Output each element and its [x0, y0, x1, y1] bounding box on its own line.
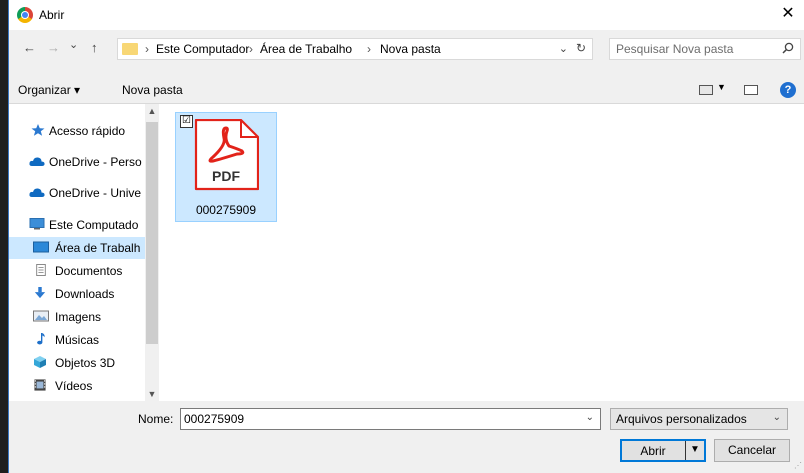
resize-grip-icon[interactable]: ⋰: [794, 461, 802, 470]
computer-icon: [29, 218, 45, 230]
sidebar-item-musicas[interactable]: Músicas: [9, 329, 145, 351]
search-box: [609, 38, 801, 60]
cancel-button[interactable]: Cancelar: [714, 439, 790, 462]
file-type-value: Arquivos personalizados: [616, 412, 747, 426]
file-item[interactable]: ☑ PDF 000275909: [175, 112, 277, 222]
content-area: Acesso rápido OneDrive - Perso OneDrive …: [9, 103, 804, 401]
sidebar-item-objetos-3d[interactable]: Objetos 3D: [9, 352, 145, 374]
sidebar-item-onedrive-university[interactable]: OneDrive - Unive: [9, 182, 145, 204]
breadcrumb-area-de-trabalho[interactable]: Área de Trabalho: [260, 42, 352, 56]
new-folder-button[interactable]: Nova pasta: [122, 83, 183, 97]
chevron-down-icon: ⌄: [772, 412, 781, 423]
cube-icon: [34, 356, 46, 368]
back-arrow-icon[interactable]: ←: [23, 40, 36, 55]
video-icon: [34, 379, 46, 391]
address-bar[interactable]: › Este Computador › Área de Trabalho › N…: [117, 38, 593, 60]
sidebar-item-label: OneDrive - Perso: [49, 155, 142, 169]
breadcrumb-separator: ›: [367, 42, 371, 56]
sidebar-item-label: Acesso rápido: [49, 124, 126, 138]
scroll-up-icon[interactable]: ▲: [145, 106, 159, 116]
title-bar: Abrir ✕: [9, 0, 804, 30]
file-type-select[interactable]: Arquivos personalizados ⌄: [610, 408, 788, 430]
sidebar-item-label: Vídeos: [55, 379, 93, 393]
open-button-label: Abrir: [640, 444, 666, 458]
document-icon: [36, 264, 46, 276]
cloud-icon: [29, 188, 45, 197]
recent-locations-icon[interactable]: ⌄: [69, 38, 78, 51]
music-icon: [37, 333, 45, 345]
image-icon: [33, 310, 49, 322]
download-icon: [34, 287, 46, 299]
navigation-pane: Acesso rápido OneDrive - Perso OneDrive …: [9, 104, 159, 401]
breadcrumb-separator: ›: [145, 42, 149, 56]
window-title: Abrir: [39, 8, 65, 22]
chevron-down-icon[interactable]: ⌄: [559, 42, 568, 55]
sidebar-item-downloads[interactable]: Downloads: [9, 283, 145, 305]
file-name: 000275909: [195, 203, 257, 217]
chrome-app-icon: [17, 7, 33, 23]
chevron-down-icon[interactable]: ⌄: [586, 412, 594, 423]
breadcrumb-separator: ›: [249, 42, 253, 56]
file-name-label: Nome:: [138, 412, 174, 426]
open-options-dropdown-icon[interactable]: ▼: [690, 444, 700, 455]
open-file-dialog: Abrir ✕ ← → ⌄ ↑ › Este Computador › Área…: [8, 0, 804, 473]
folder-icon: [122, 43, 138, 55]
sidebar-item-label: Imagens: [55, 310, 102, 324]
sidebar-item-videos[interactable]: Vídeos: [9, 375, 145, 397]
sidebar-item-onedrive-personal[interactable]: OneDrive - Perso: [9, 151, 145, 173]
search-icon[interactable]: [782, 42, 794, 54]
organize-menu-button[interactable]: Organizar ▾: [18, 83, 80, 97]
sidebar-item-este-computador[interactable]: Este Computado: [9, 214, 145, 236]
sidebar-item-label: Downloads: [55, 287, 115, 301]
star-icon: [31, 124, 45, 136]
open-button[interactable]: Abrir ▼: [620, 439, 706, 462]
file-list: ☑ PDF 000275909: [159, 104, 804, 401]
file-name-input[interactable]: [184, 411, 564, 427]
sidebar-item-label: Este Computado: [49, 218, 139, 232]
up-arrow-icon[interactable]: ↑: [91, 40, 98, 55]
scrollbar-thumb[interactable]: [146, 122, 158, 344]
desktop-icon: [33, 241, 49, 253]
sidebar-item-label: Músicas: [55, 333, 100, 347]
forward-arrow-icon[interactable]: →: [47, 40, 60, 55]
pdf-file-icon: PDF: [194, 119, 259, 191]
sidebar-item-documentos[interactable]: Documentos: [9, 260, 145, 282]
sidebar-item-label: OneDrive - Unive: [49, 186, 142, 200]
close-icon[interactable]: ✕: [777, 3, 799, 25]
sidebar-item-acesso-rapido[interactable]: Acesso rápido: [9, 120, 145, 142]
selection-checkbox[interactable]: ☑: [180, 115, 193, 128]
sidebar-item-label: Área de Trabalh: [55, 241, 141, 255]
search-input[interactable]: [616, 41, 766, 57]
dialog-footer: Nome: ⌄ Arquivos personalizados ⌄ Abrir …: [9, 401, 804, 473]
sidebar-item-label: Objetos 3D: [55, 356, 116, 370]
cloud-icon: [29, 157, 45, 166]
split-divider: [685, 441, 686, 460]
refresh-icon[interactable]: ↻: [576, 41, 586, 55]
sidebar-scrollbar[interactable]: ▲ ▼: [145, 104, 159, 401]
sidebar-item-area-de-trabalho[interactable]: Área de Trabalh: [9, 237, 145, 259]
scroll-down-icon[interactable]: ▼: [145, 389, 159, 399]
address-row: ← → ⌄ ↑ › Este Computador › Área de Trab…: [9, 37, 804, 61]
help-icon[interactable]: ?: [780, 82, 796, 98]
preview-pane-icon[interactable]: [744, 85, 758, 95]
breadcrumb-nova-pasta[interactable]: Nova pasta: [380, 42, 441, 56]
file-name-combobox: ⌄: [180, 408, 601, 430]
pdf-label: PDF: [212, 168, 240, 184]
view-dropdown-icon[interactable]: ▼: [717, 82, 726, 92]
breadcrumb-este-computador[interactable]: Este Computador: [156, 42, 249, 56]
command-bar: Organizar ▾ Nova pasta ▼ ?: [9, 78, 804, 102]
sidebar-item-label: Documentos: [55, 264, 123, 278]
sidebar-item-imagens[interactable]: Imagens: [9, 306, 145, 328]
view-options-icon[interactable]: [699, 85, 713, 95]
